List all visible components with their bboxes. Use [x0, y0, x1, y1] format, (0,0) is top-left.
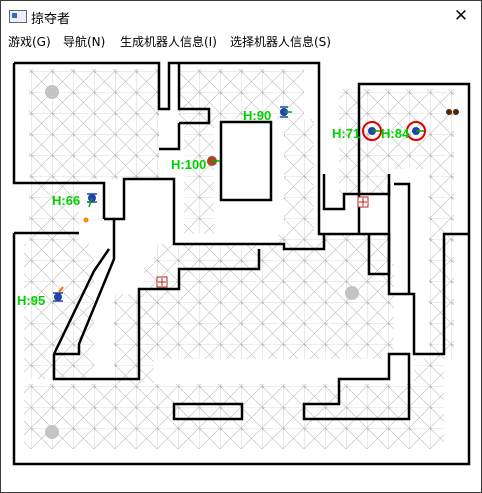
app-icon [9, 10, 27, 23]
spawn-point-icon [45, 85, 59, 99]
health-pack-icon [156, 276, 168, 288]
bot-health-label: H:66 [52, 193, 80, 208]
spawn-point-icon [345, 286, 359, 300]
health-pack-icon [357, 196, 369, 208]
bot-66[interactable]: H:66 [52, 193, 97, 208]
title-bar[interactable]: 掠夺者 ✕ [1, 1, 481, 31]
close-button[interactable]: ✕ [441, 1, 481, 31]
bot-health-label: H:71 [332, 126, 360, 141]
menu-game[interactable]: 游戏(G) [8, 33, 51, 50]
menu-select-bot-info[interactable]: 选择机器人信息(S) [230, 33, 331, 50]
spawn-point-icon [45, 425, 59, 439]
bot-health-label: H:90 [243, 108, 271, 123]
bot-health-label: H:95 [17, 293, 45, 308]
window-title: 掠夺者 [31, 12, 71, 27]
bot-icon [54, 293, 62, 301]
bot-health-label: H:84 [381, 126, 410, 141]
menu-navigation[interactable]: 导航(N) [63, 33, 105, 50]
menu-generate-bot-info[interactable]: 生成机器人信息(I) [120, 33, 217, 50]
game-window: 掠夺者 ✕ 游戏(G) 导航(N) 生成机器人信息(I) 选择机器人信息(S) [0, 0, 482, 493]
menu-bar: 游戏(G) 导航(N) 生成机器人信息(I) 选择机器人信息(S) [1, 31, 481, 53]
projectile-icon [83, 217, 89, 223]
game-map[interactable]: H:90 H:100 H:66 H:95 H:71 H:84 [1, 52, 481, 492]
bot-health-label: H:100 [171, 157, 206, 172]
